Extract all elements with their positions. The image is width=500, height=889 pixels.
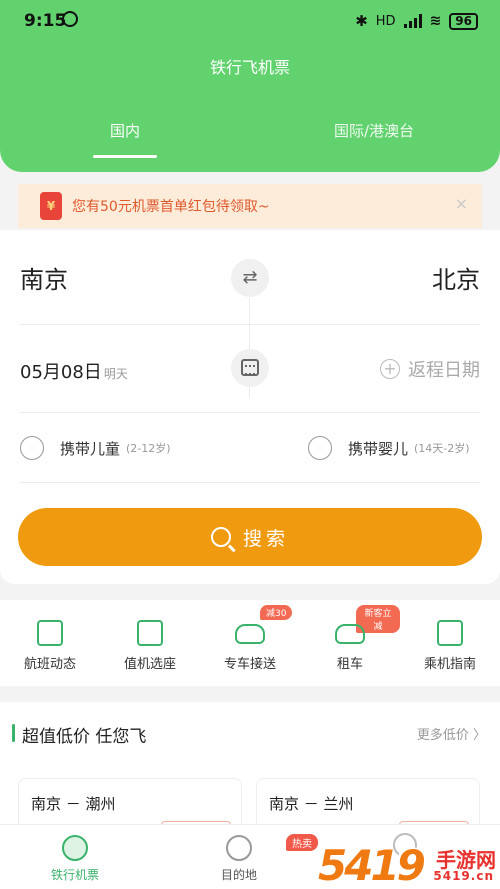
divider	[20, 412, 480, 413]
booking-card: 南京 ⇄ 北京 05月08日 明天 + 返程日期 携带儿童 (2-12岁) 携带婴…	[0, 230, 500, 584]
checkin-seat-icon	[137, 620, 163, 646]
route-label: 南京 － 兰州	[269, 795, 354, 813]
bluetooth-icon: ✱	[355, 12, 368, 30]
nav-label: 目的地	[220, 868, 257, 882]
date-value: 05月08日	[20, 362, 102, 383]
departure-city[interactable]: 南京	[20, 260, 68, 295]
child-radio[interactable]	[20, 436, 44, 460]
plus-icon: +	[380, 359, 400, 379]
swap-cities-button[interactable]: ⇄	[231, 259, 269, 297]
promo-text: 您有50元机票首单红包待领取~	[72, 199, 270, 215]
close-icon[interactable]: ×	[455, 194, 468, 213]
airplane-icon	[62, 835, 88, 861]
nav-destinations[interactable]: 目的地	[179, 825, 299, 883]
status-bar: 9:15 ✱ HD ≋ 96	[0, 0, 500, 44]
compass-icon	[226, 835, 252, 861]
deals-section: 超值低价 任您飞 更多低价 〉 南京 － 潮州 南京 － 兰州	[0, 702, 500, 848]
red-packet-icon: ¥	[40, 192, 62, 220]
app-header: 9:15 ✱ HD ≋ 96 铁行飞机票 国内 国际/港澳台	[0, 0, 500, 172]
infant-option[interactable]: 携带婴儿 (14天-2岁)	[308, 436, 470, 460]
calendar-button[interactable]	[231, 349, 269, 387]
battery-icon: 96	[449, 12, 478, 30]
site-watermark: 5419 手游网 5419.cn	[318, 841, 500, 889]
child-age-range: (2-12岁)	[126, 442, 171, 455]
active-tab-indicator	[93, 155, 157, 158]
deals-title: 超值低价 任您飞	[22, 727, 147, 747]
alarm-icon	[62, 11, 78, 27]
section-accent	[12, 724, 15, 742]
service-label: 乘机指南	[423, 657, 476, 672]
service-transfer[interactable]: 减30 专车接送	[200, 600, 300, 686]
divider	[20, 324, 480, 325]
date-relative: 明天	[103, 367, 128, 381]
guide-icon	[437, 620, 463, 646]
infant-radio[interactable]	[308, 436, 332, 460]
search-icon	[210, 527, 231, 547]
infant-age-range: (14天-2岁)	[414, 442, 470, 455]
tab-domestic[interactable]: 国内	[110, 120, 140, 141]
wifi-icon: ≋	[429, 13, 442, 29]
divider	[20, 482, 480, 483]
rental-car-icon	[335, 624, 365, 644]
departure-date[interactable]: 05月08日 明天	[20, 358, 128, 384]
more-deals-link[interactable]: 更多低价 〉	[417, 724, 486, 743]
service-label: 值机选座	[123, 657, 176, 672]
child-option[interactable]: 携带儿童 (2-12岁)	[20, 436, 171, 460]
search-button[interactable]: 搜索	[18, 508, 482, 566]
flight-status-icon	[37, 620, 63, 646]
hot-badge: 热卖	[286, 834, 318, 851]
service-label: 专车接送	[223, 657, 276, 672]
car-icon	[235, 624, 265, 644]
route-label: 南京 － 潮州	[31, 795, 116, 813]
watermark-url: 5419.cn	[433, 869, 494, 883]
service-label: 航班动态	[23, 657, 76, 672]
service-flight-status[interactable]: 航班动态	[0, 600, 100, 686]
page-title: 铁行飞机票	[209, 58, 290, 77]
hd-label: HD	[375, 13, 396, 29]
status-time: 9:15	[24, 11, 67, 31]
service-shortcuts: 航班动态 值机选座 减30 专车接送 新客立减 租车 乘机指南	[0, 600, 500, 686]
return-date-label: 返程日期	[408, 360, 480, 381]
watermark-number: 5419	[318, 841, 426, 889]
nav-label: 铁行机票	[50, 868, 99, 882]
tab-international[interactable]: 国际/港澳台	[334, 120, 414, 141]
status-icons: ✱ HD ≋ 96	[355, 12, 478, 30]
service-label: 租车	[336, 657, 363, 672]
search-label: 搜索	[242, 527, 289, 550]
arrival-city[interactable]: 北京	[432, 260, 480, 295]
discount-badge: 减30	[260, 605, 293, 620]
signal-icon	[403, 14, 422, 28]
service-guide[interactable]: 乘机指南	[400, 600, 500, 686]
promo-banner[interactable]: ¥ 您有50元机票首单红包待领取~ ×	[18, 184, 482, 228]
child-label: 携带儿童	[60, 439, 121, 458]
infant-label: 携带婴儿	[348, 439, 409, 458]
return-date[interactable]: + 返程日期	[380, 356, 480, 382]
service-rental[interactable]: 新客立减 租车	[300, 600, 400, 686]
calendar-icon	[241, 359, 259, 376]
nav-flights[interactable]: 铁行机票	[15, 825, 135, 883]
service-checkin[interactable]: 值机选座	[100, 600, 200, 686]
